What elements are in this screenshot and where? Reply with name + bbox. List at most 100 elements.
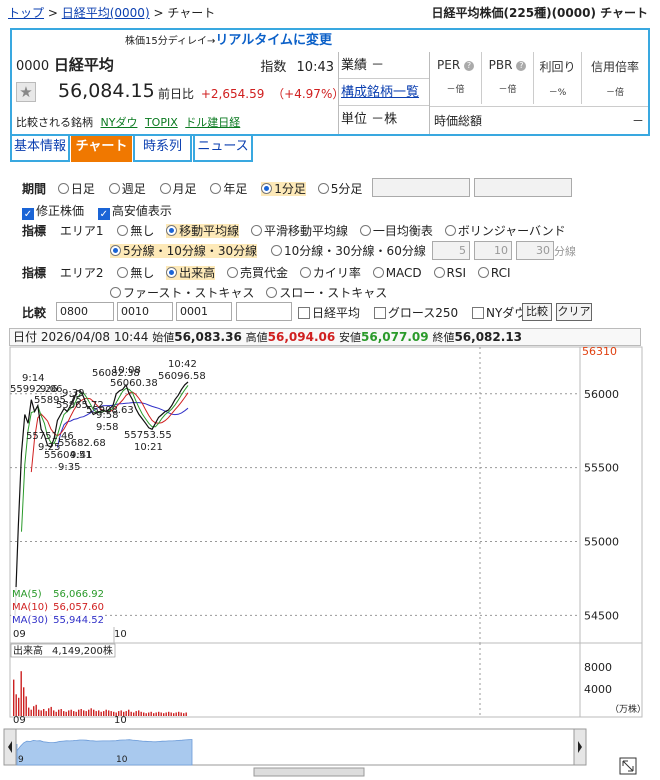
volume-bar (133, 712, 135, 716)
compare-button[interactable]: 比較 (522, 303, 552, 321)
realtime-link[interactable]: リアルタイムに変更 (215, 33, 332, 48)
yield-value: －% (548, 88, 567, 98)
period-yearly[interactable]: 年足 (210, 182, 247, 196)
area2-turnover[interactable]: 売買代金 (227, 266, 288, 280)
compare-link-dollar-nikkei[interactable]: ドル建日経 (185, 116, 240, 129)
volume-bar (18, 697, 20, 716)
area1-ichimoku[interactable]: 一目均衡表 (359, 224, 433, 238)
tab-news[interactable]: ニュース (193, 136, 253, 162)
volume-tick-8000: 8000 (584, 661, 612, 674)
area1-none[interactable]: 無し (117, 224, 154, 238)
volume-bar (158, 711, 160, 716)
breadcrumb-top[interactable]: トップ (8, 6, 44, 20)
volume-bar (183, 713, 185, 716)
price-top-label: 56310 (582, 345, 617, 358)
price-chart[interactable]: 5450055000555005600056310 9:1455992.269:… (0, 344, 660, 780)
compare-code-1-input[interactable]: 0800 (56, 302, 114, 321)
help-icon[interactable]: ? (516, 61, 527, 71)
adjusted-price-checkbox[interactable]: ✓ 修正株価 (22, 204, 84, 220)
custom-ma-1-input[interactable]: 5 (432, 241, 470, 260)
market-cap-value: － (631, 114, 644, 128)
tab-timeseries[interactable]: 時系列 (133, 136, 192, 162)
volume-bar (30, 709, 32, 716)
tab-chart[interactable]: チャート (71, 136, 132, 162)
indicator-area2-row: 指標 エリア2 無し 出来高 売買代金 カイリ率 MACD RSI RCI (22, 264, 511, 281)
area2-fast-stochastic[interactable]: ファースト・ストキャス (110, 286, 254, 300)
date-from-input[interactable] (372, 178, 470, 197)
favorite-star-button[interactable]: ★ (16, 82, 36, 102)
price-tick-label: 54500 (584, 609, 619, 622)
page-title: 日経平均株価(225種)(0000) チャート (431, 6, 648, 20)
ma5-legend-value: 56,066.92 (53, 589, 104, 600)
horizontal-scrollbar[interactable] (253, 767, 365, 777)
stock-code: 0000 (16, 59, 50, 74)
custom-ma-3-input[interactable]: 30 (516, 241, 554, 260)
area2-volume[interactable]: 出来高 (166, 266, 216, 280)
area2-deviation[interactable]: カイリ率 (299, 266, 361, 280)
volume-bar (63, 711, 65, 716)
period-weekly[interactable]: 週足 (108, 182, 146, 196)
area2-rci[interactable]: RCI (477, 266, 511, 280)
constituents-link[interactable]: 構成銘柄一覧 (341, 85, 419, 100)
volume-bar (185, 712, 187, 716)
navigator-range[interactable] (16, 739, 193, 766)
tab-basic-info[interactable]: 基本情報 (10, 136, 70, 162)
highlow-checkbox[interactable]: ✓ 高安値表示 (97, 204, 172, 220)
close-value: 56,082.13 (454, 330, 523, 344)
area2-none[interactable]: 無し (117, 266, 154, 280)
price-annotation: 55682.68 (58, 438, 106, 449)
price-annotation: 55753.55 (124, 430, 172, 441)
compare-code-4-input[interactable] (236, 302, 292, 321)
period-monthly[interactable]: 月足 (159, 182, 197, 196)
period-5min[interactable]: 5分足 (317, 182, 362, 196)
high-label: 高値 (245, 331, 268, 344)
compare-nydow-checkbox[interactable]: NYダウ (471, 306, 526, 320)
volume-bar (153, 713, 155, 716)
area2-slow-stochastic[interactable]: スロー・ストキャス (266, 286, 387, 300)
low-value: 56,077.09 (361, 330, 429, 344)
quote-time: 10:43 (296, 60, 334, 75)
price-annotation: 9:58 (96, 422, 118, 433)
price-tick-label: 55500 (584, 462, 619, 475)
area1-bollinger[interactable]: ボリンジャーバンド (444, 224, 566, 238)
volume-bar (145, 713, 147, 716)
area1-moving-average[interactable]: 移動平均線 (166, 224, 240, 238)
ma10-legend-value: 56,057.60 (53, 602, 104, 613)
compare-nikkei-checkbox[interactable]: 日経平均 (298, 306, 360, 320)
date-to-input[interactable] (474, 178, 572, 197)
compare-link-topix[interactable]: TOPIX (145, 116, 178, 129)
period-1min[interactable]: 1分足 (261, 182, 306, 196)
compare-growth250-checkbox[interactable]: グロース250 (373, 306, 458, 320)
volume-bar (45, 711, 47, 716)
compare-code-2-input[interactable]: 0010 (117, 302, 173, 321)
volume-bar (175, 712, 177, 716)
ratio-grid: PER ? －倍 PBR ? －倍 利回り －% 信用倍率 －倍 (430, 52, 648, 104)
compare-checks: 日経平均 グロース250 NYダウ (298, 304, 526, 321)
volume-bar (165, 712, 167, 716)
area2-macd[interactable]: MACD (372, 266, 422, 280)
low-label: 安値 (339, 331, 362, 344)
ma-5-10-30[interactable]: 5分線・10分線・30分線 (110, 244, 258, 258)
price-annotation: 9:06 (40, 384, 62, 395)
volume-bar (140, 711, 142, 716)
volume-bar (43, 709, 45, 716)
ma10-legend-name: MA(10) (12, 602, 48, 613)
volume-bar (148, 712, 150, 716)
area1-smoothed-ma[interactable]: 平滑移動平均線 (251, 224, 348, 238)
volume-bar (108, 710, 110, 716)
clear-button[interactable]: クリア (556, 303, 592, 321)
period-daily[interactable]: 日足 (57, 182, 95, 196)
breadcrumb-sep: > (47, 6, 62, 20)
market-cap-label: 時価総額 (434, 114, 483, 128)
breadcrumb-nikkei[interactable]: 日経平均(0000) (62, 6, 150, 20)
compare-code-3-input[interactable]: 0001 (176, 302, 232, 321)
custom-ma-2-input[interactable]: 10 (474, 241, 512, 260)
info-middle-column: 業績 － 構成銘柄一覧 単位 －株 (338, 52, 430, 134)
margin-ratio-label: 信用倍率 (590, 60, 639, 74)
compare-link-nydow[interactable]: NYダウ (101, 116, 138, 129)
results-label: 業績 (341, 58, 368, 73)
help-icon[interactable]: ? (463, 61, 474, 71)
ma-10-30-60[interactable]: 10分線・30分線・60分線 (271, 244, 426, 258)
area2-rsi[interactable]: RSI (433, 266, 466, 280)
results-row: 業績 － (339, 52, 429, 79)
